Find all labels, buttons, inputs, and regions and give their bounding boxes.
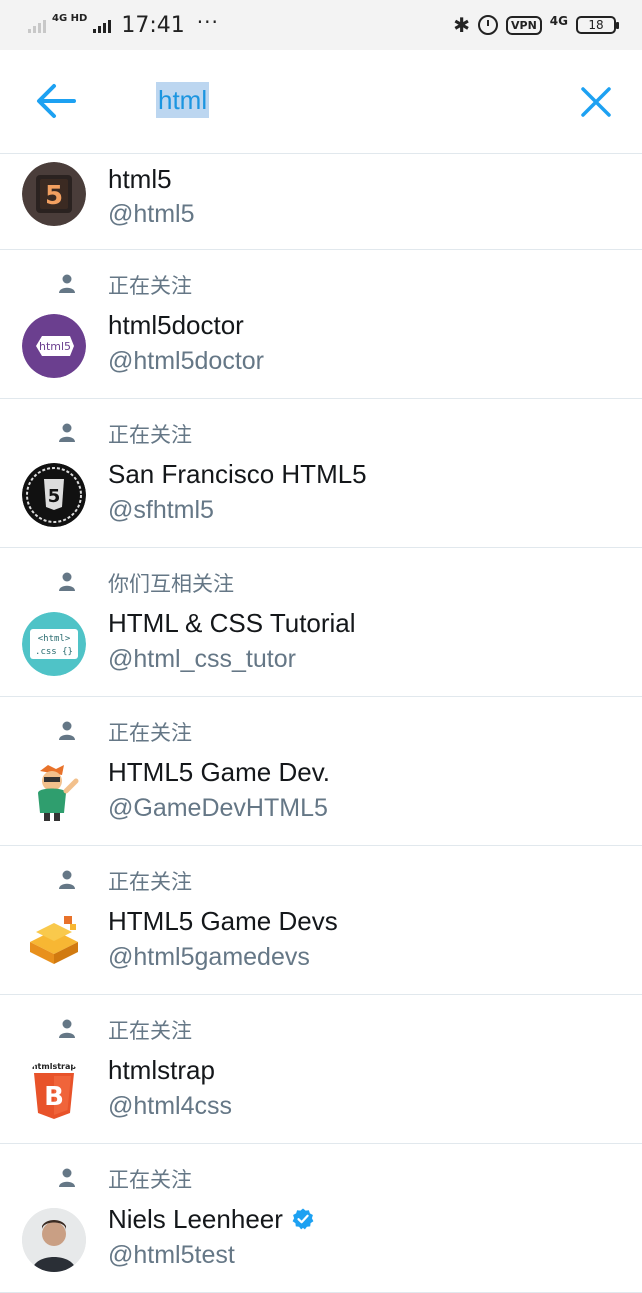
orange-blocks-avatar[interactable] xyxy=(22,910,86,974)
person-icon xyxy=(59,1019,75,1038)
search-input[interactable]: html xyxy=(156,82,210,118)
user-handle: @html5 xyxy=(108,200,195,228)
user-result-row[interactable]: 你们互相关注 <html> .css {} HTML & CSS Tutoria… xyxy=(0,548,642,697)
person-icon xyxy=(59,274,75,293)
alarm-icon xyxy=(478,15,499,35)
svg-text:.css {}: .css {} xyxy=(35,647,73,657)
user-display-name: htmlstrap xyxy=(108,1055,215,1085)
clear-search-button[interactable] xyxy=(574,80,618,124)
user-display-name-text: Niels Leenheer xyxy=(108,1204,283,1234)
user-display-name: San Francisco HTML5 xyxy=(108,459,367,489)
status-bar: 4G HD 17:41 ··· ✱ VPN 4G 18 xyxy=(0,0,642,50)
person-photo-avatar[interactable] xyxy=(22,1208,86,1272)
follow-status: 你们互相关注 xyxy=(108,572,234,596)
html5doctor-avatar[interactable]: html5 xyxy=(22,314,86,378)
svg-text:htmlstrap: htmlstrap xyxy=(32,1062,77,1071)
svg-text:5: 5 xyxy=(48,486,61,507)
network-label: 4G HD xyxy=(52,13,88,24)
arrow-left-icon xyxy=(37,84,76,118)
user-display-name: HTML5 Game Dev. xyxy=(108,757,331,787)
user-handle: @html5test xyxy=(108,1241,235,1269)
person-icon xyxy=(59,1168,75,1187)
user-handle: @html5gamedevs xyxy=(108,943,310,971)
battery-icon: 18 xyxy=(576,16,619,34)
user-display-name: html5 xyxy=(108,164,172,194)
cartoon-mascot-avatar[interactable] xyxy=(22,761,86,825)
svg-text:5: 5 xyxy=(45,181,63,211)
follow-status: 正在关注 xyxy=(108,721,192,745)
svg-text:html5: html5 xyxy=(39,340,71,353)
user-result-row[interactable]: 正在关注 HTML5 Game Devs @html5gamedevs xyxy=(0,846,642,995)
user-display-name: html5doctor xyxy=(108,310,244,340)
more-notifications-icon: ··· xyxy=(196,10,219,34)
user-result-row[interactable]: 正在关注 HTML5 Game Dev. @GameDevHTML5 xyxy=(0,697,642,846)
vpn-badge: VPN xyxy=(506,15,542,35)
user-result-row[interactable]: 正在关注 htmlstrap B htmlstrap @html4css xyxy=(0,995,642,1144)
user-handle: @html_css_tutor xyxy=(108,645,296,673)
signal-icon-sim1 xyxy=(28,17,46,33)
signal-icon-sim2 xyxy=(93,17,112,33)
user-result-row[interactable]: 正在关注 Niels Leenheer @html5test xyxy=(0,1144,642,1293)
follow-status: 正在关注 xyxy=(108,1019,192,1043)
htmlstrap-shield-avatar[interactable]: htmlstrap B xyxy=(22,1059,86,1123)
follow-status: 正在关注 xyxy=(108,423,192,447)
user-display-name: HTML & CSS Tutorial xyxy=(108,608,356,638)
user-display-name: Niels Leenheer xyxy=(108,1204,315,1235)
user-result-row[interactable]: 5 html5 @html5 xyxy=(0,154,642,250)
follow-status: 正在关注 xyxy=(108,274,192,298)
person-icon xyxy=(59,423,75,442)
user-handle: @html4css xyxy=(108,1092,233,1120)
battery-level: 18 xyxy=(588,18,604,32)
user-result-row[interactable]: 正在关注 html5 html5doctor @html5doctor xyxy=(0,250,642,399)
status-time: 17:41 xyxy=(121,12,185,38)
bluetooth-icon: ✱ xyxy=(453,13,471,37)
follow-status: 正在关注 xyxy=(108,870,192,894)
person-icon xyxy=(59,721,75,740)
user-handle: @html5doctor xyxy=(108,347,264,375)
status-right: ✱ VPN 4G 18 xyxy=(453,0,619,50)
net-type-label: 4G xyxy=(549,14,568,28)
user-result-row[interactable]: 正在关注 5 San Francisco HTML5 @sfhtml5 xyxy=(0,399,642,548)
back-button[interactable] xyxy=(30,78,82,124)
html5-logo-avatar[interactable]: 5 xyxy=(22,162,86,226)
search-result-list: 5 html5 @html5 正在关注 html5 html5doctor @h… xyxy=(0,154,642,1293)
html-css-tutor-avatar[interactable]: <html> .css {} xyxy=(22,612,86,676)
person-icon xyxy=(59,870,75,889)
person-icon xyxy=(59,572,75,591)
status-left: 4G HD 17:41 ··· xyxy=(28,0,219,50)
verified-badge-icon xyxy=(292,1208,314,1230)
user-handle: @GameDevHTML5 xyxy=(108,794,328,822)
follow-status: 正在关注 xyxy=(108,1168,192,1192)
svg-text:B: B xyxy=(44,1082,64,1112)
svg-text:<html>: <html> xyxy=(38,634,71,644)
user-display-name: HTML5 Game Devs xyxy=(108,906,338,936)
user-handle: @sfhtml5 xyxy=(108,496,214,524)
close-icon xyxy=(581,87,611,117)
sfhtml5-badge-avatar[interactable]: 5 xyxy=(22,463,86,527)
search-header: html xyxy=(0,50,642,154)
